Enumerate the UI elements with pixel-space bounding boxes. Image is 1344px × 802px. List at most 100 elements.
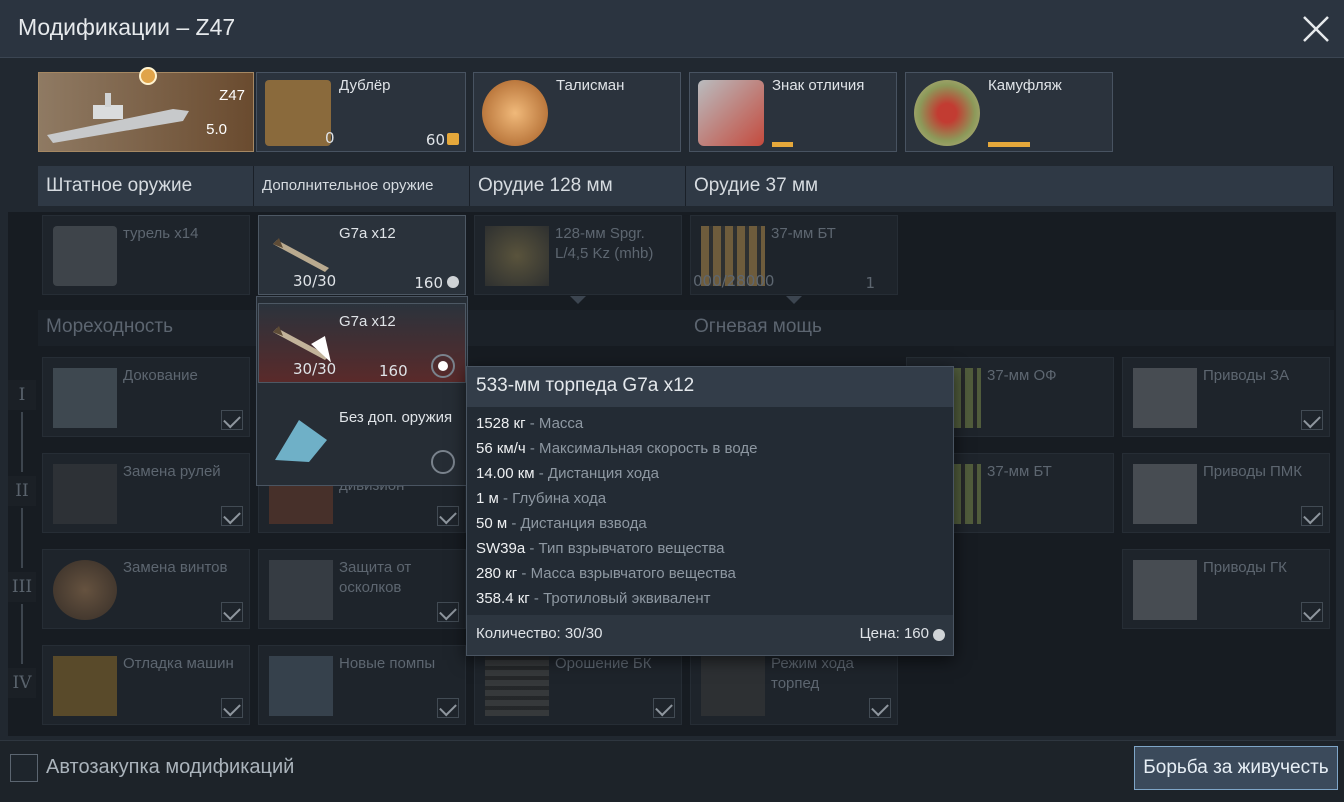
- torpedo-slot[interactable]: G7a x12 30/30 160: [258, 215, 466, 295]
- shell-128-slot[interactable]: 128-мм Spgr. L/4,5 Kz (mhb): [474, 215, 682, 295]
- decal-label: Знак отличия: [772, 77, 865, 94]
- column-standard-weapons: Штатное оружие: [38, 166, 254, 206]
- mod-label: Защита от осколков: [339, 559, 412, 596]
- column-label: Штатное оружие: [46, 175, 193, 196]
- tooltip-line: 1528 кг - Масса: [476, 415, 583, 432]
- mod-rudders[interactable]: Замена рулей: [42, 453, 250, 533]
- mod-check: [221, 506, 243, 526]
- option-radio[interactable]: [431, 450, 455, 474]
- option-radio-selected[interactable]: [431, 354, 455, 378]
- ship-card[interactable]: Z47 5.0: [38, 67, 254, 152]
- main-turret-icon: [1133, 560, 1197, 620]
- column-label: Орудие 37 мм: [694, 175, 819, 196]
- shell-37-slot[interactable]: 37-мм БТ 000/28000 1: [690, 215, 898, 295]
- mod-pmk-drive[interactable]: Приводы ПМК: [1122, 453, 1330, 533]
- close-icon[interactable]: [1300, 12, 1332, 46]
- decal-progress: [772, 142, 793, 147]
- mod-label: Приводы ПМК: [1203, 463, 1303, 480]
- ship-hull-icon: [275, 420, 327, 462]
- stat-label: - Тротиловый эквивалент: [529, 590, 711, 607]
- mod-label: 37-мм ОФ: [987, 367, 1057, 384]
- slot-label: 128-мм Spgr. L/4,5 Kz (mhb): [555, 225, 654, 262]
- slot-label: G7a x12: [339, 225, 396, 242]
- shell-icon: [485, 226, 549, 286]
- shell-37-price: 1: [865, 274, 875, 292]
- tier-connector: [21, 604, 23, 664]
- crew-count: 0: [325, 129, 335, 147]
- silver-lion-icon: [933, 629, 945, 641]
- tooltip-line: 1 м - Глубина хода: [476, 490, 606, 507]
- tooltip-price: Цена: 160: [859, 625, 929, 642]
- tier-4: IV: [8, 668, 36, 698]
- stat-label: - Максимальная скорость в воде: [525, 440, 758, 457]
- auto-purchase-checkbox[interactable]: [10, 754, 38, 782]
- tooltip-line: 280 кг - Масса взрывчатого вещества: [476, 565, 736, 582]
- mod-splinter[interactable]: Защита от осколков: [258, 549, 466, 629]
- crew-card[interactable]: Дублёр 0 60: [256, 72, 466, 152]
- column-additional-weapons: Дополнительное оружие: [254, 166, 470, 206]
- column-label: Орудие 128 мм: [478, 175, 613, 196]
- tooltip-footer: Количество: 30/30 Цена: 160: [467, 615, 953, 655]
- secondary-gun-icon: [1133, 464, 1197, 524]
- mod-check: [1301, 506, 1323, 526]
- mod-gk-drive[interactable]: Приводы ГК: [1122, 549, 1330, 629]
- stat-label: - Дистанция взвода: [507, 515, 647, 532]
- mod-label: Приводы ГК: [1203, 559, 1287, 576]
- tooltip-line: 14.00 км - Дистанция хода: [476, 465, 659, 482]
- slot-label: 37-мм БТ: [771, 225, 836, 242]
- engine-icon: [53, 656, 117, 716]
- stat-label: - Масса взрывчатого вещества: [517, 565, 736, 582]
- shell-37-ammo: 000/28000: [693, 272, 775, 290]
- stat-value: 1528 кг: [476, 415, 526, 432]
- stat-value: 1 м: [476, 490, 499, 507]
- mod-check: [437, 506, 459, 526]
- mod-engine[interactable]: Отладка машин: [42, 645, 250, 725]
- mod-label: Новые помпы: [339, 655, 436, 672]
- camo-label: Камуфляж: [988, 77, 1062, 94]
- crew-icon: [265, 80, 331, 146]
- mod-docking[interactable]: Докование: [42, 357, 250, 437]
- dropdown-option-none[interactable]: Без доп. оружия: [258, 399, 466, 479]
- talisman-icon: [482, 80, 548, 146]
- mod-check: [1301, 602, 1323, 622]
- expand-arrow[interactable]: [786, 296, 802, 304]
- mod-check: [1301, 410, 1323, 430]
- mod-label: Орошение БК: [555, 655, 652, 672]
- torpedo-ammo: 30/30: [293, 272, 337, 290]
- mod-label: Приводы ЗА: [1203, 367, 1290, 384]
- mod-aa-drive[interactable]: Приводы ЗА: [1122, 357, 1330, 437]
- dropdown-option-torpedo[interactable]: G7a x12 30/30 160: [258, 303, 466, 383]
- battle-rating: 5.0: [206, 121, 227, 138]
- mod-check: [437, 602, 459, 622]
- tooltip-line: 50 м - Дистанция взвода: [476, 515, 647, 532]
- stat-value: SW39a: [476, 540, 526, 557]
- mod-check: [869, 698, 891, 718]
- propeller-icon: [53, 560, 117, 620]
- mod-pumps[interactable]: Новые помпы: [258, 645, 466, 725]
- column-label: Дополнительное оружие: [262, 177, 434, 194]
- camo-card[interactable]: Камуфляж: [905, 72, 1113, 152]
- stat-value: 56 км/ч: [476, 440, 526, 457]
- damage-control-button[interactable]: Борьба за живучесть: [1134, 746, 1338, 790]
- stat-label: - Глубина хода: [498, 490, 607, 507]
- mod-label: Замена винтов: [123, 559, 228, 576]
- stat-label: - Масса: [525, 415, 584, 432]
- talisman-card[interactable]: Талисман: [473, 72, 681, 152]
- tooltip-title: 533-мм торпеда G7a x12: [467, 367, 953, 407]
- mod-irrigation[interactable]: Орошение БК: [474, 645, 682, 725]
- turret-slot[interactable]: турель х14: [42, 215, 250, 295]
- mod-torpedo-mode[interactable]: Режим хода торпед: [690, 645, 898, 725]
- turret-icon: [53, 226, 117, 286]
- mod-props[interactable]: Замена винтов: [42, 549, 250, 629]
- option-label: Без доп. оружия: [339, 409, 453, 426]
- expand-arrow[interactable]: [570, 296, 586, 304]
- tooltip-line: 358.4 кг - Тротиловый эквивалент: [476, 590, 711, 607]
- mod-label: 37-мм БТ: [987, 463, 1052, 480]
- ship-name: Z47: [219, 87, 245, 104]
- decal-card[interactable]: Знак отличия: [689, 72, 897, 152]
- stat-label: - Дистанция хода: [534, 465, 659, 482]
- ship-icon: [47, 93, 189, 143]
- crew-price: 60: [425, 131, 445, 149]
- option-price: 160: [379, 362, 408, 380]
- stat-value: 280 кг: [476, 565, 518, 582]
